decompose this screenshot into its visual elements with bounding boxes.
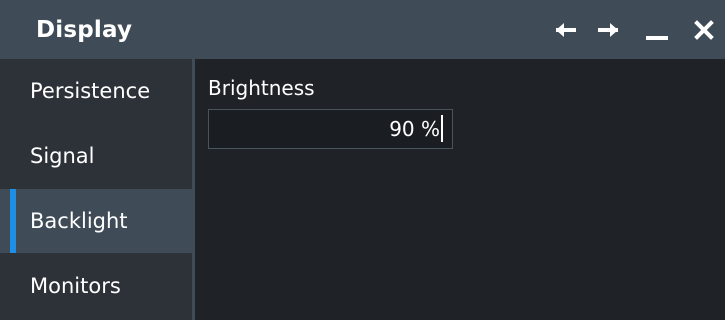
active-item-indicator [10, 189, 16, 253]
sidebar-item-signal[interactable]: Signal [0, 124, 192, 188]
text-caret [441, 115, 443, 142]
back-button[interactable] [548, 10, 582, 50]
minimize-icon [646, 36, 668, 40]
forward-button[interactable] [592, 10, 626, 50]
sidebar-navigation: Persistence Signal Backlight Monitors [0, 59, 192, 320]
sidebar-item-label: Signal [30, 144, 95, 168]
arrow-right-icon [598, 23, 618, 37]
close-icon [694, 20, 714, 40]
dialog-titlebar[interactable]: Display [0, 0, 725, 59]
sidebar-item-persistence[interactable]: Persistence [0, 59, 192, 123]
sidebar-item-monitors[interactable]: Monitors [0, 254, 192, 318]
sidebar-item-backlight[interactable]: Backlight [0, 189, 192, 253]
sidebar-item-label: Persistence [30, 79, 151, 103]
sidebar-item-label: Backlight [30, 209, 128, 233]
backlight-panel: Brightness 90 % [195, 59, 725, 320]
minimize-button[interactable] [641, 10, 675, 50]
sidebar-item-label: Monitors [30, 274, 121, 298]
display-dialog: Display Persistence Signal Backlight Mon… [0, 0, 725, 320]
brightness-value-wrapper: 90 % [389, 110, 443, 148]
brightness-input[interactable]: 90 % [208, 109, 453, 149]
dialog-title: Display [36, 17, 133, 43]
arrow-left-icon [556, 23, 576, 37]
brightness-value: 90 % [389, 117, 440, 141]
brightness-label: Brightness [208, 76, 315, 100]
close-button[interactable] [687, 10, 721, 50]
